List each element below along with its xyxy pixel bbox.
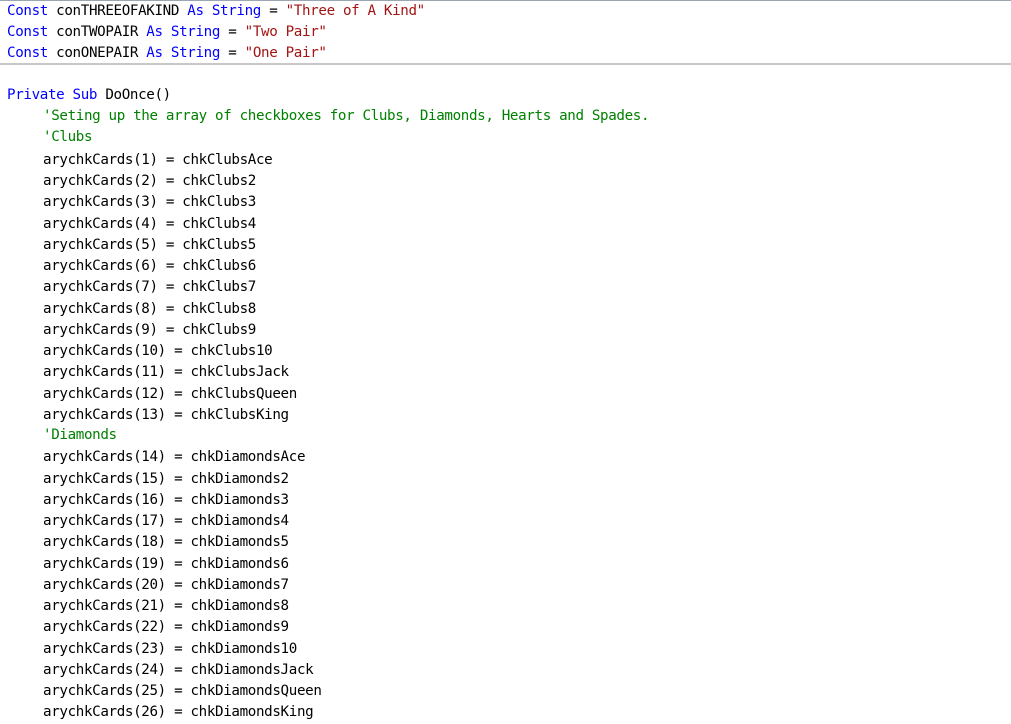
code-line-assignment[interactable]: arychkCards(25) = chkDiamondsQueen <box>43 681 322 702</box>
code-line-assignment[interactable]: arychkCards(17) = chkDiamonds4 <box>43 511 289 532</box>
constant-name: conTWOPAIR <box>56 24 139 40</box>
keyword-const: Const <box>7 24 48 40</box>
code-line-assignment[interactable]: arychkCards(22) = chkDiamonds9 <box>43 617 289 638</box>
keyword-private: Private <box>7 87 65 103</box>
code-line-assignment[interactable]: arychkCards(21) = chkDiamonds8 <box>43 596 289 617</box>
code-comment-clubs[interactable]: 'Clubs <box>43 127 93 148</box>
keyword-as: As <box>187 3 204 19</box>
operator-equals: = <box>269 3 278 19</box>
code-line-const-twopair[interactable]: Const conTWOPAIR As String = "Two Pair" <box>7 22 327 43</box>
code-line-assignment[interactable]: arychkCards(26) = chkDiamondsKing <box>43 702 314 723</box>
type-string: String <box>170 45 221 61</box>
string-literal: "One Pair" <box>244 45 327 61</box>
code-line-assignment[interactable]: arychkCards(13) = chkClubsKing <box>43 405 289 426</box>
keyword-const: Const <box>7 3 48 19</box>
procedure-separator <box>0 63 1011 65</box>
type-string: String <box>211 3 262 19</box>
keyword-const: Const <box>7 45 48 61</box>
code-comment-main[interactable]: 'Seting up the array of checkboxes for C… <box>43 106 650 127</box>
code-line-assignment[interactable]: arychkCards(10) = chkClubs10 <box>43 341 273 362</box>
code-line-assignment[interactable]: arychkCards(1) = chkClubsAce <box>43 150 273 171</box>
code-line-assignment[interactable]: arychkCards(16) = chkDiamonds3 <box>43 490 289 511</box>
code-line-assignment[interactable]: arychkCards(8) = chkClubs8 <box>43 299 256 320</box>
type-string: String <box>170 24 221 40</box>
constant-name: conTHREEOFAKIND <box>56 3 180 19</box>
constant-name: conONEPAIR <box>56 45 139 61</box>
code-line-assignment[interactable]: arychkCards(2) = chkClubs2 <box>43 171 256 192</box>
code-line-assignment[interactable]: arychkCards(14) = chkDiamondsAce <box>43 447 305 468</box>
code-line-assignment[interactable]: arychkCards(15) = chkDiamonds2 <box>43 469 289 490</box>
code-line-assignment[interactable]: arychkCards(11) = chkClubsJack <box>43 362 289 383</box>
keyword-sub: Sub <box>72 87 98 103</box>
code-line-assignment[interactable]: arychkCards(18) = chkDiamonds5 <box>43 532 289 553</box>
code-line-assignment[interactable]: arychkCards(7) = chkClubs7 <box>43 277 256 298</box>
operator-equals: = <box>228 45 237 61</box>
code-line-assignment[interactable]: arychkCards(9) = chkClubs9 <box>43 320 256 341</box>
sub-name: DoOnce() <box>105 87 171 103</box>
code-line-assignment[interactable]: arychkCards(12) = chkClubsQueen <box>43 384 297 405</box>
keyword-as: As <box>146 45 163 61</box>
code-line-assignment[interactable]: arychkCards(19) = chkDiamonds6 <box>43 554 289 575</box>
code-line-const-threeofakind[interactable]: Const conTHREEOFAKIND As String = "Three… <box>7 1 425 22</box>
code-editor[interactable]: Const conTHREEOFAKIND As String = "Three… <box>0 0 1011 724</box>
code-line-assignment[interactable]: arychkCards(4) = chkClubs4 <box>43 214 256 235</box>
code-line-assignment[interactable]: arychkCards(20) = chkDiamonds7 <box>43 575 289 596</box>
keyword-as: As <box>146 24 163 40</box>
operator-equals: = <box>228 24 237 40</box>
string-literal: "Three of A Kind" <box>285 3 426 19</box>
code-line-assignment[interactable]: arychkCards(6) = chkClubs6 <box>43 256 256 277</box>
code-line-assignment[interactable]: arychkCards(3) = chkClubs3 <box>43 192 256 213</box>
string-literal: "Two Pair" <box>244 24 327 40</box>
code-line-const-onepair[interactable]: Const conONEPAIR As String = "One Pair" <box>7 43 327 64</box>
code-line-assignment[interactable]: arychkCards(23) = chkDiamonds10 <box>43 639 297 660</box>
code-line-sub-declaration[interactable]: Private Sub DoOnce() <box>7 85 171 106</box>
code-comment-diamonds[interactable]: 'Diamonds <box>43 425 117 446</box>
code-line-assignment[interactable]: arychkCards(24) = chkDiamondsJack <box>43 660 314 681</box>
code-line-assignment[interactable]: arychkCards(5) = chkClubs5 <box>43 235 256 256</box>
